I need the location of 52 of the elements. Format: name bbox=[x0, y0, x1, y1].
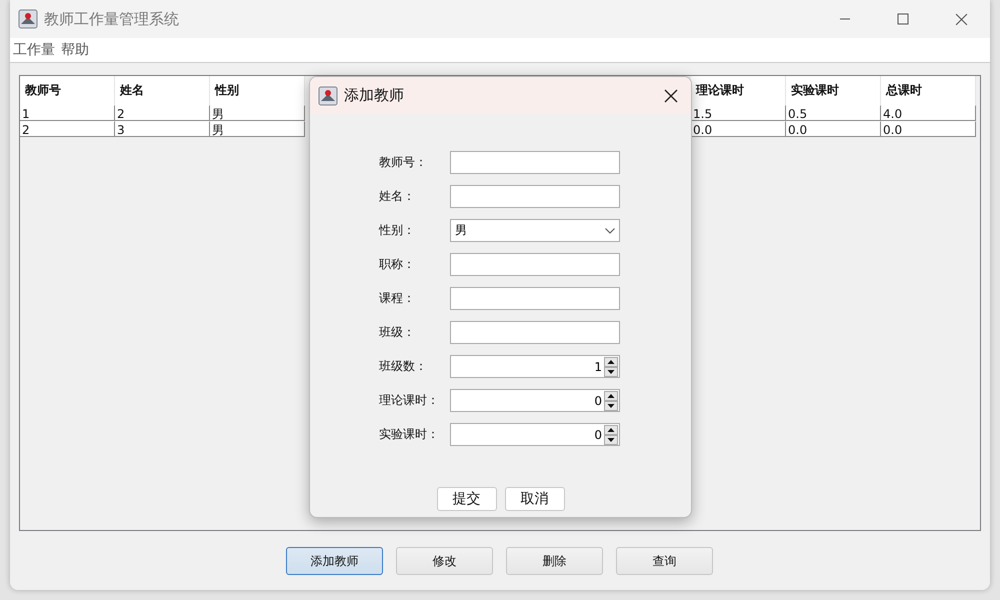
window-title: 教师工作量管理系统 bbox=[44, 10, 179, 28]
field-label: 姓名： bbox=[379, 188, 416, 205]
field-label: 实验课时： bbox=[379, 426, 440, 443]
column-header[interactable]: 总课时 bbox=[881, 76, 976, 105]
column-header[interactable]: 教师号 bbox=[20, 76, 115, 105]
menu-item[interactable]: 工作量 bbox=[13, 41, 55, 59]
input-field[interactable] bbox=[450, 151, 620, 174]
action-button[interactable]: 修改 bbox=[396, 547, 493, 575]
table-cell: 2 bbox=[20, 121, 115, 137]
table-cell: 1 bbox=[20, 105, 115, 121]
action-button[interactable]: 删除 bbox=[506, 547, 603, 575]
field-label: 性别： bbox=[379, 222, 416, 239]
input-field[interactable] bbox=[450, 185, 620, 208]
table-cell: 男 bbox=[210, 105, 305, 121]
input-field[interactable] bbox=[450, 253, 620, 276]
table-cell: 0.0 bbox=[691, 121, 786, 137]
app-icon bbox=[318, 86, 338, 106]
table-cell: 1.5 bbox=[691, 105, 786, 121]
menu-item[interactable]: 帮助 bbox=[61, 41, 89, 59]
field-label: 职称： bbox=[379, 256, 416, 273]
table-cell: 男 bbox=[210, 121, 305, 137]
field-label: 班级： bbox=[379, 324, 416, 341]
column-header[interactable]: 性别 bbox=[210, 76, 305, 105]
column-header[interactable]: 实验课时 bbox=[786, 76, 881, 105]
column-header[interactable]: 理论课时 bbox=[691, 76, 786, 105]
dropdown[interactable]: 男 bbox=[450, 219, 620, 242]
table-cell: 3 bbox=[115, 121, 210, 137]
action-button[interactable]: 添加教师 bbox=[286, 547, 383, 575]
close-icon[interactable] bbox=[664, 88, 678, 102]
dialog-title: 添加教师 bbox=[344, 86, 404, 105]
maximize-icon[interactable] bbox=[897, 13, 909, 25]
input-field[interactable] bbox=[450, 321, 620, 344]
field-label: 理论课时： bbox=[379, 392, 440, 409]
spinner-field[interactable]: 1 bbox=[450, 355, 620, 378]
table-cell: 4.0 bbox=[881, 105, 976, 121]
field-label: 班级数： bbox=[379, 358, 428, 375]
app-icon bbox=[18, 9, 38, 29]
table-cell: 0.0 bbox=[881, 121, 976, 137]
field-label: 教师号： bbox=[379, 154, 428, 171]
dialog-button[interactable]: 提交 bbox=[436, 487, 496, 511]
table-cell: 0.0 bbox=[786, 121, 881, 137]
chevron-down-icon bbox=[605, 228, 615, 234]
spinner-field[interactable]: 0 bbox=[450, 423, 620, 446]
column-header[interactable]: 姓名 bbox=[115, 76, 210, 105]
table-cell: 0.5 bbox=[786, 105, 881, 121]
spinner-field[interactable]: 0 bbox=[450, 389, 620, 412]
close-icon[interactable] bbox=[955, 12, 968, 26]
action-button[interactable]: 查询 bbox=[616, 547, 713, 575]
table-cell: 2 bbox=[115, 105, 210, 121]
input-field[interactable] bbox=[450, 287, 620, 310]
dialog-button[interactable]: 取消 bbox=[504, 487, 564, 511]
field-label: 课程： bbox=[379, 290, 416, 307]
